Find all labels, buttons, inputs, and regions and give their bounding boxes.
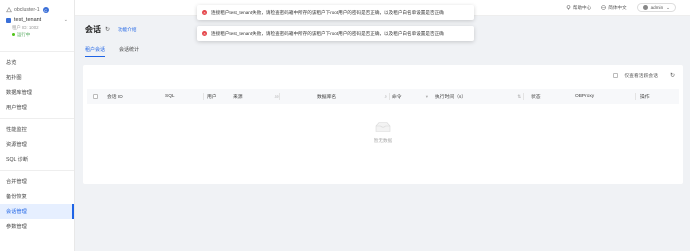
refresh-icon[interactable]: ↻ [105,26,110,33]
chevron-down-icon: ⌄ [63,17,68,23]
column-label: 数据库名 [317,95,337,100]
column-header: 命令 ▾ [392,89,430,104]
error-icon: × [202,31,207,36]
sidebar-item-sql-diagnosis[interactable]: SQL 诊断 [0,152,74,167]
column-header: 来源 ⌕ [233,89,281,104]
page-title: 会话 [85,25,101,34]
sort-icon[interactable]: ⇅ [517,94,521,100]
column-label: 来源 [233,95,243,100]
cluster-panel: obcluster-1 C test_tenant ⌄ 租户 ID: 1002 … [0,0,74,52]
avatar [642,5,648,10]
tenant-name: test_tenant [14,17,42,23]
cluster-badge: C [42,7,49,13]
sidebar-item-overview[interactable]: 总览 [0,55,74,70]
empty-state: 暂无数据 [83,121,683,144]
help-center-label: 帮助中心 [572,4,592,10]
card-toolbar: 仅查看活跃会话 ↻ [613,72,675,79]
column-label: 用户 [207,95,217,100]
user-name: admin [650,5,664,10]
sidebar-item-database[interactable]: 数据库管理 [0,85,74,100]
column-header: OBProxy [575,89,635,104]
sidebar-item-performance[interactable]: 性能监控 [0,122,74,137]
tabs: 租户会话 会话统计 [85,46,139,57]
active-only-label: 仅查看活跃会话 [624,74,658,79]
column-header: 操作 [640,89,670,104]
tab-tenant-sessions[interactable]: 租户会话 [85,46,106,57]
column-label: 执行时间（s） [435,95,467,100]
page-header: 会话 ↻ 功能介绍 [85,24,136,35]
sidebar-item-parameters[interactable]: 参数管理 [0,219,74,234]
search-icon[interactable]: ⌕ [277,94,279,99]
divider [635,93,636,100]
cluster-icon [6,7,12,13]
search-icon[interactable]: ⌕ [385,94,387,99]
chevron-down-icon: ⌄ [666,4,670,10]
column-header: 状态 [531,89,571,104]
refresh-icon[interactable]: ↻ [670,72,675,79]
tenant-id: 租户 ID: 1002 [12,24,39,30]
empty-text: 暂无数据 [373,138,393,143]
sidebar-item-backup[interactable]: 备份恢复 [0,189,74,204]
cluster-name: obcluster-1 [14,7,40,13]
sidebar-item-sessions[interactable]: 会话管理 [0,204,74,219]
column-header: 执行时间（s） ⇅ [435,89,523,104]
tenant-status-label: 运行中 [17,31,31,37]
column-label: SQL [165,94,175,99]
select-all-checkbox[interactable] [93,94,98,99]
divider [523,93,524,100]
user-menu[interactable]: admin ⌄ [636,3,676,12]
divider [0,170,74,171]
sidebar-item-users[interactable]: 用户管理 [0,100,74,115]
column-label: 命令 [392,95,402,100]
column-header: SQL [165,89,203,104]
main-content: 会话 ↻ 功能介绍 租户会话 会话统计 仅查看活跃会话 ↻ 会话 ID SQL … [75,16,690,251]
error-toast: × 连接租户test_tenant失败，请检查密码箱中所存的该租户下root用户… [197,26,474,41]
column-header: 数据库名 ⌕ [317,89,389,104]
divider [203,93,204,100]
active-only-checkbox[interactable] [613,73,619,78]
toast-message: 连接租户test_tenant失败，请检查密码箱中所存的该租户下root用户的密… [211,9,444,15]
select-all-cell [93,89,98,104]
help-icon [566,5,571,10]
sessions-card: 仅查看活跃会话 ↻ 会话 ID SQL 用户 ⌕ 来源 ⌕ 数据库名 ⌕ 命令 … [83,65,683,184]
status-dot-icon [12,33,15,36]
column-label: 状态 [531,95,541,100]
error-toast: × 连接租户test_tenant失败，请检查密码箱中所存的该租户下root用户… [197,5,474,20]
language-switch[interactable]: 简体中文 [601,4,627,11]
globe-icon [601,5,606,10]
divider [389,93,390,100]
sidebar-item-resources[interactable]: 资源管理 [0,137,74,152]
tenant-status: 运行中 [12,31,68,38]
column-header: 会话 ID [107,89,162,104]
help-center-link[interactable]: 帮助中心 [566,5,591,11]
divider [0,118,74,119]
column-label: 会话 ID [107,95,123,100]
error-icon: × [202,10,207,15]
column-label: OBProxy [575,94,595,99]
toast-message: 连接租户test_tenant失败，请检查密码箱中所存的该租户下root用户的密… [211,30,444,36]
tenant-icon [6,17,11,23]
filter-icon[interactable]: ▾ [426,94,428,100]
function-intro-link[interactable]: 功能介绍 [118,27,136,33]
table-header: 会话 ID SQL 用户 ⌕ 来源 ⌕ 数据库名 ⌕ 命令 ▾ 执行时间（s） … [87,89,679,104]
tenant-selector[interactable]: test_tenant ⌄ [6,16,68,24]
sidebar: obcluster-1 C test_tenant ⌄ 租户 ID: 1002 … [0,0,75,251]
sidebar-item-topology[interactable]: 拓扑图 [0,70,74,85]
cluster-selector[interactable]: obcluster-1 C [6,6,68,14]
sidebar-item-merge[interactable]: 合并管理 [0,174,74,189]
language-label: 简体中文 [608,4,627,10]
column-label: 操作 [640,95,650,100]
empty-box-icon [375,122,391,132]
tab-session-stats[interactable]: 会话统计 [119,46,139,57]
